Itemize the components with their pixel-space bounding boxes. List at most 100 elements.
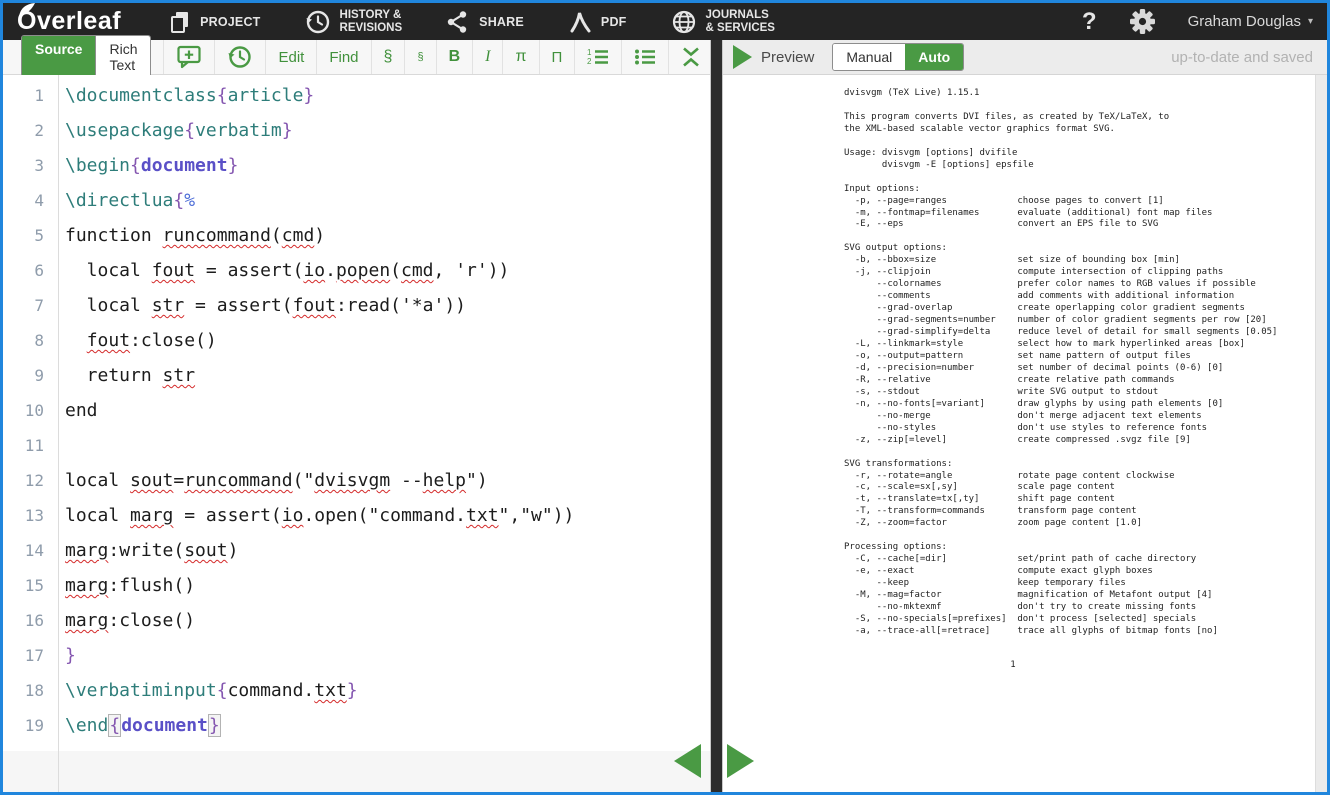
code-line[interactable]: 7 local str = assert(fout:read('*a')) [3, 288, 710, 323]
section-button[interactable]: § [372, 40, 406, 74]
bold-button[interactable]: B [437, 40, 474, 74]
code-token: , 'r')) [434, 260, 510, 281]
line-number: 11 [3, 428, 44, 463]
inline-math-button[interactable]: π [503, 40, 539, 74]
pdf-page[interactable]: dvisvgm (TeX Live) 1.15.1 This program c… [723, 75, 1315, 792]
code-token: :close() [108, 610, 195, 631]
code-token: \usepackage [65, 120, 184, 141]
code-line[interactable]: 3\begin{document} [3, 148, 710, 183]
italic-button[interactable]: I [473, 40, 503, 74]
code-token: \directlua [65, 190, 173, 211]
help-button[interactable]: ? [1082, 8, 1097, 36]
code-line[interactable]: 13local marg = assert(io.open("command.t… [3, 498, 710, 533]
nav-pdf[interactable]: PDF [568, 10, 627, 34]
history-clock-icon [227, 44, 253, 70]
code-line[interactable]: 11 [3, 428, 710, 463]
line-number: 15 [3, 568, 44, 603]
line-number: 18 [3, 673, 44, 708]
code-token: ) [228, 540, 239, 561]
rich-text-mode-button[interactable]: Rich Text [95, 36, 150, 78]
code-text: } [44, 638, 76, 673]
code-token: sout [130, 470, 173, 491]
code-line[interactable]: 14marg:write(sout) [3, 533, 710, 568]
source-mode-button[interactable]: Source [22, 36, 95, 78]
display-math-button[interactable]: Π [540, 40, 576, 74]
bullet-list-button[interactable] [622, 40, 669, 74]
mode-toggle: Source Rich Text [21, 35, 151, 79]
globe-icon [671, 9, 697, 35]
code-text: \end{document} [44, 708, 221, 743]
code-token: = assert( [173, 505, 281, 526]
code-token: \begin [65, 155, 130, 176]
code-token: verbatim [195, 120, 282, 141]
code-token: = assert( [184, 295, 292, 316]
nav-project[interactable]: PROJECT [169, 10, 260, 34]
code-token: :read('*a')) [336, 295, 466, 316]
code-line[interactable]: 5function runcommand(cmd) [3, 218, 710, 253]
code-token: article [228, 85, 304, 106]
history-clock-icon [305, 9, 331, 35]
nav-journals[interactable]: JOURNALS& SERVICES [671, 9, 775, 35]
code-token: io [303, 260, 325, 281]
auto-compile-button[interactable]: Auto [905, 44, 963, 70]
subsection-button[interactable]: § [405, 40, 436, 74]
code-token: local [65, 470, 130, 491]
code-line[interactable]: 16marg:close() [3, 603, 710, 638]
code-line[interactable]: 17} [3, 638, 710, 673]
code-line[interactable]: 2\usepackage{verbatim} [3, 113, 710, 148]
code-token: txt [314, 680, 347, 701]
code-text: \documentclass{article} [44, 78, 314, 113]
nav-history[interactable]: HISTORY &REVISIONS [305, 9, 403, 35]
compile-mode-toggle: Manual Auto [832, 43, 964, 71]
preview-pane: Preview Manual Auto up-to-date and saved… [723, 40, 1327, 792]
editor-body[interactable]: 1\documentclass{article}2\usepackage{ver… [3, 75, 710, 792]
line-number: 17 [3, 638, 44, 673]
numbered-list-button[interactable]: 1 2 [575, 40, 622, 74]
code-token: fout [152, 260, 195, 281]
pane-divider-handle[interactable] [710, 40, 723, 792]
code-line[interactable]: 15marg:flush() [3, 568, 710, 603]
code-text: marg:flush() [44, 568, 195, 603]
edit-menu-button[interactable]: Edit [266, 40, 317, 74]
settings-gear-icon[interactable] [1129, 8, 1156, 35]
nav-project-label: PROJECT [200, 15, 260, 29]
code-line[interactable]: 4\directlua{% [3, 183, 710, 218]
comment-plus-icon [176, 45, 202, 69]
code-line[interactable]: 6 local fout = assert(io.popen(cmd, 'r')… [3, 253, 710, 288]
code-lines[interactable]: 1\documentclass{article}2\usepackage{ver… [3, 75, 710, 751]
nav-share-label: SHARE [479, 15, 524, 29]
manual-compile-button[interactable]: Manual [833, 44, 905, 70]
pdf-reader-icon [568, 10, 592, 34]
line-number: 4 [3, 183, 44, 218]
bold-label: B [449, 48, 461, 66]
code-token: marg [65, 575, 108, 596]
preview-scrollbar[interactable] [1315, 75, 1327, 792]
track-changes-button[interactable] [215, 40, 266, 74]
code-token: help [423, 470, 466, 491]
line-number: 10 [3, 393, 44, 428]
code-token: dvisvgm [314, 470, 390, 491]
code-text: function runcommand(cmd) [44, 218, 325, 253]
user-menu[interactable]: Graham Douglas ▾ [1188, 13, 1313, 30]
code-line[interactable]: 1\documentclass{article} [3, 78, 710, 113]
code-line[interactable]: 10end [3, 393, 710, 428]
code-token: } [208, 714, 221, 737]
collapse-sections-button[interactable] [669, 40, 714, 74]
add-comment-button[interactable] [164, 40, 215, 74]
code-line[interactable]: 12local sout=runcommand("dvisvgm --help"… [3, 463, 710, 498]
code-line[interactable]: 9 return str [3, 358, 710, 393]
expand-preview-arrow-bottom[interactable] [727, 744, 754, 778]
line-number: 16 [3, 603, 44, 638]
preview-body: dvisvgm (TeX Live) 1.15.1 This program c… [723, 75, 1327, 792]
find-button[interactable]: Find [317, 40, 371, 74]
code-token: . [325, 260, 336, 281]
code-token: } [303, 85, 314, 106]
overleaf-logo[interactable]: Overleaf [17, 9, 121, 34]
code-token: str [163, 365, 196, 386]
code-line[interactable]: 8 fout:close() [3, 323, 710, 358]
code-line[interactable]: 18\verbatiminput{command.txt} [3, 673, 710, 708]
code-line[interactable]: 19\end{document} [3, 708, 710, 743]
collapse-editor-arrow-bottom[interactable] [674, 744, 701, 778]
nav-share[interactable]: SHARE [446, 10, 524, 34]
expand-preview-arrow[interactable] [733, 45, 752, 69]
